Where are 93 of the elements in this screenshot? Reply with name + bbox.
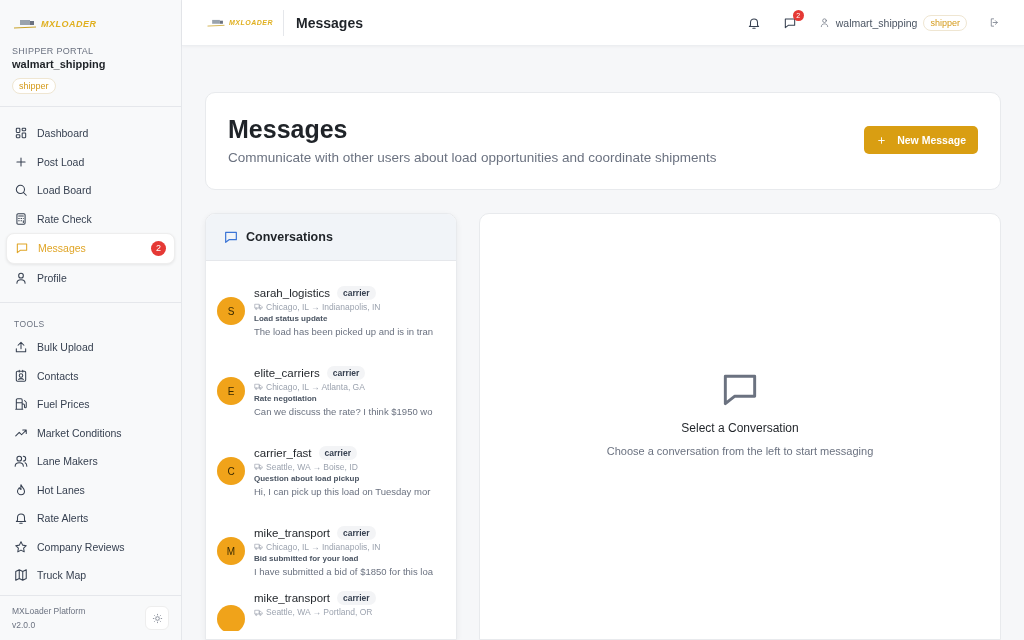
panel-title: Conversations	[246, 230, 333, 244]
route-text: Chicago, IL → Indianapolis, IN	[266, 301, 381, 312]
plus-icon	[14, 154, 28, 169]
search-icon	[14, 183, 28, 198]
message-preview: The load has been picked up and is in tran	[254, 325, 434, 337]
bell-icon	[14, 511, 28, 526]
chat-icon	[223, 229, 239, 245]
message-preview: I have submitted a bid of $1850 for this loa	[254, 565, 434, 577]
calculator-icon	[14, 211, 28, 226]
truck-icon	[254, 607, 263, 617]
role-tag: carrier	[318, 445, 357, 460]
sidebar-item[interactable]: Company Reviews	[6, 532, 175, 561]
sun-icon	[151, 612, 163, 624]
truck-icon	[254, 542, 263, 551]
messages-icon[interactable]	[782, 15, 797, 30]
truck-icon	[254, 382, 263, 391]
map-icon	[14, 568, 28, 583]
sidebar-item[interactable]: Market Conditions	[6, 418, 175, 447]
role-tag: carrier	[337, 525, 376, 540]
sidebar-item[interactable]: Lane Makers	[6, 447, 175, 476]
sidebar-item[interactable]: Truck Map	[6, 561, 175, 590]
username: walmart_shipping	[835, 16, 918, 29]
plus-icon	[876, 134, 888, 146]
heading: Messages	[228, 115, 349, 144]
sidebar-item[interactable]: Post Load	[6, 147, 175, 176]
route-text: Seattle, WA → Boise, ID	[266, 461, 358, 472]
theme-toggle-button[interactable]	[145, 606, 169, 630]
username: walmart_shipping	[12, 58, 107, 70]
page-title: Messages	[296, 14, 363, 31]
user-icon	[14, 270, 28, 285]
message-subject: Question about load pickup	[254, 473, 361, 483]
message-preview: Hi, I can pick up this load on Tuesday mor	[254, 485, 431, 497]
message-preview: Can we discuss the rate? I think $1950 wo	[254, 405, 433, 417]
contact-card-icon	[14, 368, 28, 383]
contact-name: sarah_logistics	[254, 286, 331, 299]
users-icon	[14, 454, 28, 469]
role-tag: carrier	[337, 591, 376, 605]
fuel-pump-icon	[14, 397, 28, 412]
role-tag: carrier	[337, 285, 376, 300]
version: v2.0.0	[12, 619, 37, 632]
sidebar-item[interactable]: Load Board	[6, 176, 175, 205]
sidebar-item[interactable]: Bulk Upload	[6, 333, 175, 362]
empty-title: Select a Conversation	[681, 420, 799, 435]
truck-icon	[12, 18, 38, 30]
route-text: Seattle, WA → Portland, OR	[266, 607, 373, 617]
role-tag: shipper	[12, 78, 56, 94]
logo-text: MXLOADER	[41, 19, 97, 29]
avatar: S	[217, 297, 245, 325]
avatar: E	[217, 377, 245, 405]
section-heading: TOOLS	[13, 318, 46, 331]
sidebar-item[interactable]: Messages 2	[6, 233, 175, 264]
avatar: M	[217, 537, 245, 565]
conversation-item[interactable]: M mike_transport carrier Chicago, IL → Indianapolis, IN Bid submitted for your load I have submitted a bid of $1850 for this loa	[206, 511, 456, 591]
sidebar-item[interactable]: Hot Lanes	[6, 475, 175, 504]
sidebar-item[interactable]: Rate Check	[6, 204, 175, 233]
subtitle: Communicate with other users about load opportunities and coordinate shipments	[228, 150, 717, 165]
conversation-item[interactable]: C carrier_fast carrier Seattle, WA → Boise, ID Question about load pickup Hi, I can pick up this load on Tuesday mor	[206, 431, 456, 511]
truck-icon	[254, 302, 263, 311]
sidebar-item[interactable]: Fuel Prices	[6, 390, 175, 419]
avatar: C	[217, 457, 245, 485]
upload-icon	[14, 340, 28, 355]
chat-icon	[15, 241, 29, 256]
sidebar-item[interactable]: Dashboard	[6, 119, 175, 148]
truck-icon	[254, 462, 263, 471]
conversation-item[interactable]: S sarah_logistics carrier Chicago, IL → Indianapolis, IN Load status update The load has been picked up and is in tran	[206, 271, 456, 351]
user-icon	[818, 17, 830, 28]
dashboard-icon	[14, 126, 28, 141]
unread-badge: 2	[151, 240, 166, 256]
role-tag: shipper	[923, 14, 967, 31]
message-subject: Bid submitted for your load	[254, 553, 360, 563]
empty-text: Choose a conversation from the left to start messaging	[606, 444, 874, 457]
conversation-item[interactable]: mike_transport carrier Seattle, WA → Portland, OR	[206, 591, 456, 631]
logout-icon[interactable]	[989, 17, 1000, 28]
contact-name: elite_carriers	[254, 366, 320, 379]
truck-icon	[206, 17, 226, 28]
star-icon	[14, 539, 28, 554]
route-text: Chicago, IL → Atlanta, GA	[266, 381, 365, 392]
portal-label: SHIPPER PORTAL	[12, 46, 95, 56]
sidebar-item[interactable]: Profile	[6, 263, 175, 292]
sidebar-item[interactable]: Contacts	[6, 361, 175, 390]
conversation-item[interactable]: E elite_carriers carrier Chicago, IL → Atlanta, GA Rate negotiation Can we discuss the rate? I think $1950 wo	[206, 351, 456, 431]
contact-name: mike_transport	[254, 592, 331, 604]
message-subject: Rate negotiation	[254, 393, 318, 403]
message-subject: Load status update	[254, 313, 329, 323]
flame-icon	[14, 482, 28, 497]
platform-name: MXLoader Platform	[12, 605, 86, 618]
role-tag: carrier	[326, 365, 366, 380]
avatar	[217, 605, 245, 631]
contact-name: carrier_fast	[254, 446, 312, 459]
contact-name: mike_transport	[254, 526, 331, 539]
notification-icon[interactable]	[746, 15, 761, 30]
route-text: Chicago, IL → Indianapolis, IN	[266, 541, 381, 552]
sidebar-item[interactable]: Rate Alerts	[6, 504, 175, 533]
